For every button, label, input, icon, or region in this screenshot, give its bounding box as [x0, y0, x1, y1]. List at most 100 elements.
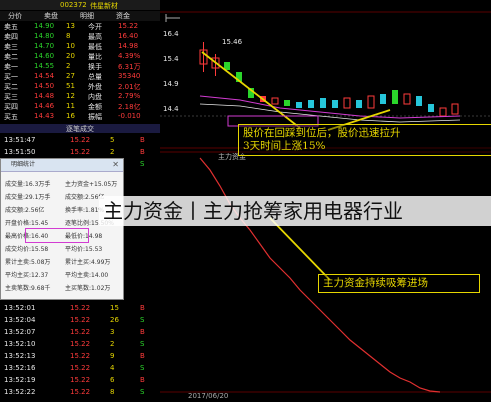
tick-price: 15.22 — [70, 340, 91, 348]
tick-flag: B — [140, 136, 145, 144]
tick-volume: 4 — [110, 364, 115, 372]
quote-field: 振幅 — [88, 113, 102, 121]
quote-row: 买五 14.43 16 振幅 -0.010 — [0, 112, 160, 122]
quote-value: 2.01亿 — [118, 83, 141, 91]
tick-price: 15.22 — [70, 148, 91, 156]
dialog-left-cell: 主力资金+15.05万 — [65, 181, 118, 188]
quote-volume: 2 — [66, 62, 71, 70]
quote-row: 买四 14.46 11 金额 2.18亿 — [0, 102, 160, 112]
quote-volume: 27 — [66, 72, 75, 80]
tab-bar: 分价 卖盘 明细 资金 — [0, 11, 160, 21]
tick-header: 逐笔成交 — [0, 124, 160, 133]
callout-top-line2: 3天时间上涨15% — [243, 140, 326, 152]
quote-value: 2.18亿 — [118, 103, 141, 111]
tick-row: 13:52:01 15.22 15 B — [0, 304, 160, 314]
quote-field: 金额 — [88, 103, 102, 111]
dialog-right-cell: 成交量:16.3万手 — [5, 181, 51, 188]
tick-row: 13:52:10 15.22 2 S — [0, 340, 160, 350]
tick-price: 15.22 — [70, 136, 91, 144]
tab-2[interactable]: 卖盘 — [44, 11, 58, 21]
dialog-row: 主卖笔数:9.68千 主买笔数:1.02万 — [1, 281, 123, 293]
tick-row: 13:52:22 15.22 8 S — [0, 388, 160, 398]
quote-volume: 11 — [66, 102, 75, 110]
quote-volume: 16 — [66, 112, 75, 120]
tick-row: 13:52:07 15.22 3 B — [0, 328, 160, 338]
quote-field: 量比 — [88, 53, 102, 61]
axis-tick-2: 15.4 — [163, 55, 179, 63]
banner-title: 主力资金丨主力抢筹家用电器行业 — [103, 199, 403, 223]
quote-label: 买三 — [4, 93, 18, 101]
callout-top-line1: 股价在回踩到位后，股价迅速拉升 — [243, 127, 401, 139]
dialog-right-cell: 平均主买:12.37 — [5, 272, 49, 279]
quote-volume: 10 — [66, 42, 75, 50]
tick-price: 15.22 — [70, 364, 91, 372]
tab-1[interactable]: 分价 — [8, 11, 22, 21]
tick-volume: 3 — [110, 328, 115, 336]
tick-volume: 2 — [110, 148, 115, 156]
quote-row: 卖二 14.60 20 量比 4.39% — [0, 52, 160, 62]
tick-volume: 5 — [110, 136, 115, 144]
dialog-right-cell: 主卖笔数:9.68千 — [5, 285, 51, 292]
dialog-left-cell: 平均价:15.53 — [65, 246, 103, 253]
dialog-right-cell: 成交额:2.56亿 — [5, 207, 45, 214]
tick-time: 13:52:13 — [4, 352, 36, 360]
tick-flag: S — [140, 340, 145, 348]
callout-top: 股价在回踩到位后，股价迅速拉升 3天时间上涨15% — [238, 124, 491, 156]
quote-row: 买一 14.54 27 总量 35340 — [0, 72, 160, 82]
dialog-title: 明细统计 — [1, 159, 123, 172]
quote-value: 15.22 — [118, 22, 139, 30]
tick-price: 15.22 — [70, 388, 91, 396]
axis-tick-3: 14.9 — [163, 80, 179, 88]
quote-label: 卖三 — [4, 43, 18, 51]
quote-price: 14.48 — [34, 92, 55, 100]
quote-price: 14.50 — [34, 82, 55, 90]
stock-name: 伟星新材 — [90, 2, 118, 10]
quote-label: 买四 — [4, 103, 18, 111]
quote-price: 14.70 — [34, 42, 55, 50]
tick-row: 13:52:16 15.22 4 S — [0, 364, 160, 374]
tick-time: 13:52:10 — [4, 340, 36, 348]
tick-flag: B — [140, 376, 145, 384]
tab-3[interactable]: 明细 — [80, 11, 94, 21]
highlight-box — [25, 228, 89, 243]
quote-value: 35340 — [118, 72, 141, 80]
quote-row: 卖三 14.70 10 最低 14.98 — [0, 42, 160, 52]
dialog-right-cell: 累计主卖:5.08万 — [5, 259, 51, 266]
callout-bottom: 主力资金持续吸筹进场 — [318, 274, 480, 293]
quote-value: 2.79% — [118, 92, 141, 100]
quote-row: 卖五 14.90 13 今开 15.22 — [0, 22, 160, 32]
tick-time: 13:51:47 — [4, 136, 36, 144]
dialog-right-cell: 成交均价:15.58 — [5, 246, 49, 253]
tick-flag: B — [140, 328, 145, 336]
tick-flag: S — [140, 388, 145, 396]
quote-label: 卖四 — [4, 33, 18, 41]
tick-flag: B — [140, 148, 145, 156]
tick-flag: S — [140, 160, 145, 168]
quote-row: 买二 14.50 51 外盘 2.01亿 — [0, 82, 160, 92]
stock-code: 002372 — [60, 1, 87, 9]
quote-label: 卖五 — [4, 23, 18, 31]
quote-volume: 20 — [66, 52, 75, 60]
quote-value: -0.010 — [118, 112, 141, 120]
tick-row: 13:52:19 15.22 6 B — [0, 376, 160, 386]
quote-field: 最高 — [88, 33, 102, 41]
tick-row: 13:52:13 15.22 9 B — [0, 352, 160, 362]
close-icon[interactable]: ✕ — [112, 160, 119, 169]
tick-volume: 15 — [110, 304, 119, 312]
quote-value: 16.40 — [118, 32, 139, 40]
tick-price: 15.22 — [70, 304, 91, 312]
tick-time: 13:52:04 — [4, 316, 36, 324]
quote-price: 14.43 — [34, 112, 55, 120]
axis-tick-1: 16.4 — [163, 30, 179, 38]
tick-time: 13:52:22 — [4, 388, 36, 396]
tab-4[interactable]: 资金 — [116, 11, 130, 21]
quote-volume: 51 — [66, 82, 75, 90]
tick-time: 13:52:07 — [4, 328, 36, 336]
tick-row: 13:51:50 15.22 2 B — [0, 148, 160, 158]
quote-field: 今开 — [88, 23, 102, 31]
tick-price: 15.22 — [70, 316, 91, 324]
quote-volume: 12 — [66, 92, 75, 100]
tick-price: 15.22 — [70, 376, 91, 384]
dialog-row: 成交均价:15.58 平均价:15.53 — [1, 242, 123, 254]
quote-volume: 13 — [66, 22, 75, 30]
